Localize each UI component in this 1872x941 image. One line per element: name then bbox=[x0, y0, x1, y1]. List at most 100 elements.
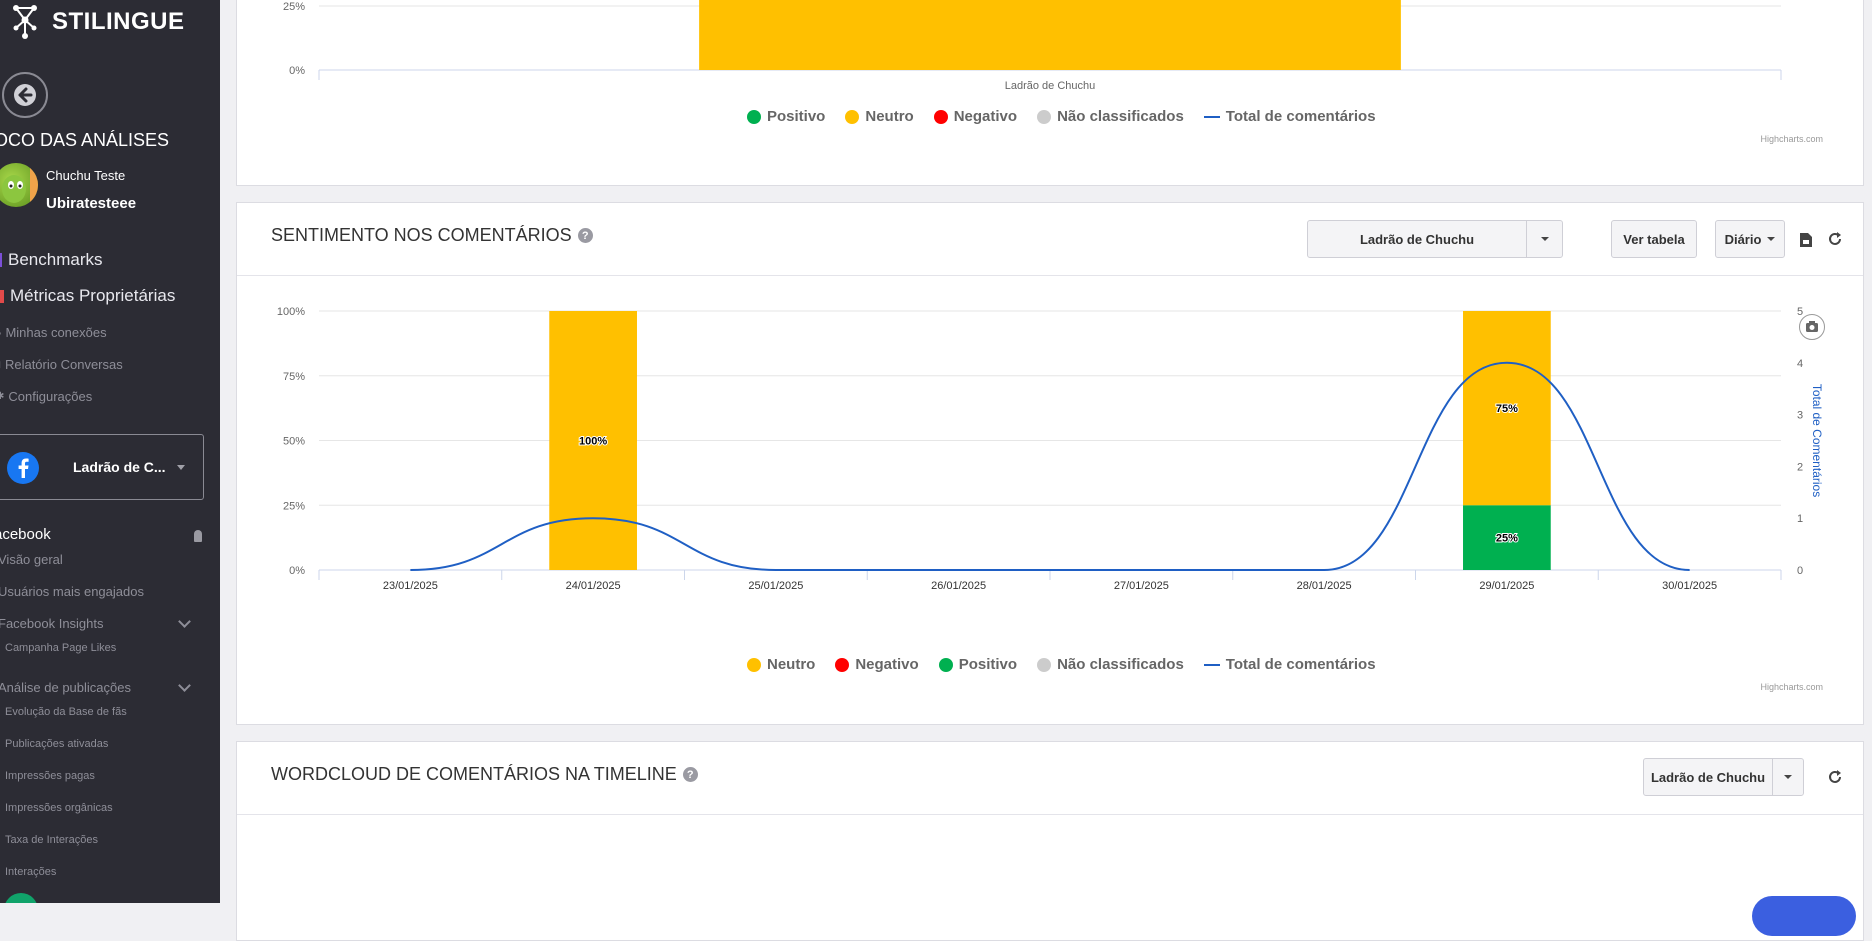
user-handle: Ubiratesteee bbox=[46, 195, 137, 212]
nav-label: Análise de publicações bbox=[0, 680, 131, 695]
y-tick-label: 50% bbox=[283, 436, 305, 448]
card-title-text: WORDCLOUD DE COMENTÁRIOS NA TIMELINE bbox=[271, 764, 677, 784]
legend-swatch bbox=[933, 109, 948, 124]
nav-publicacoes-ativadas[interactable]: Publicações ativadas bbox=[5, 738, 108, 750]
y2-tick-label: 5 bbox=[1797, 306, 1803, 318]
nav-interacoes[interactable]: Interações bbox=[5, 866, 56, 878]
legend-item[interactable]: Total de comentários bbox=[1203, 108, 1376, 125]
brand-logo[interactable]: STILINGUE bbox=[8, 2, 185, 42]
nav-taxa-interacoes[interactable]: Taxa de Interações bbox=[5, 834, 98, 846]
nav-campanha-page-likes[interactable]: Campanha Page Likes bbox=[5, 642, 116, 654]
sidebar-item-configuracoes[interactable]: ✱ Configurações bbox=[0, 389, 92, 404]
period-dropdown[interactable]: Diário bbox=[1715, 220, 1785, 258]
top-chart-legend: Positivo Neutro Negativo Não classificados T… bbox=[747, 108, 1376, 125]
legend-label: Negativo bbox=[953, 108, 1018, 125]
legend-item[interactable]: Neutro bbox=[747, 656, 815, 673]
y2-tick-label: 1 bbox=[1797, 513, 1803, 525]
nav-label: Facebook Insights bbox=[0, 616, 104, 631]
help-icon[interactable]: ? bbox=[577, 228, 593, 243]
data-label: 100% bbox=[579, 436, 607, 448]
legend-swatch bbox=[747, 657, 761, 672]
sentiment-chart-legend: Neutro Negativo Positivo Não classificados T… bbox=[747, 656, 1376, 673]
sidebar-item-conexoes[interactable]: ● Minhas conexões bbox=[0, 325, 107, 340]
legend-swatch bbox=[1203, 663, 1220, 666]
data-label: 25% bbox=[1496, 533, 1518, 545]
highcharts-credit[interactable]: Highcharts.com bbox=[1760, 134, 1823, 144]
floating-action-button[interactable] bbox=[1752, 896, 1856, 936]
y-tick-label: 75% bbox=[283, 371, 305, 383]
x-tick-label: 30/01/2025 bbox=[1662, 580, 1717, 592]
card-title-text: SENTIMENTO NOS COMENTÁRIOS bbox=[271, 225, 572, 245]
legend-item[interactable]: Não classificados bbox=[1037, 656, 1184, 673]
highcharts-credit[interactable]: Highcharts.com bbox=[1760, 682, 1823, 692]
sidebar-item-relatorio[interactable]: ▮ Relatório Conversas bbox=[0, 357, 123, 372]
caret-down-icon bbox=[1541, 237, 1549, 241]
legend-swatch bbox=[835, 657, 850, 672]
nav-impressoes-pagas[interactable]: Impressões pagas bbox=[5, 770, 95, 782]
account-selector[interactable]: Ladrão de C... bbox=[0, 434, 204, 500]
legend-item[interactable]: Positivo bbox=[938, 656, 1017, 673]
legend-label: Não classificados bbox=[1057, 108, 1184, 125]
caret-down-icon bbox=[1767, 237, 1776, 241]
sidebar-item-benchmarks[interactable]: Benchmarks bbox=[0, 250, 102, 270]
brand-name: STILINGUE bbox=[52, 8, 185, 35]
lock-icon[interactable] bbox=[194, 530, 202, 542]
avatar[interactable] bbox=[0, 163, 38, 207]
legend-label: Negativo bbox=[855, 656, 919, 673]
y2-tick-label: 2 bbox=[1797, 461, 1803, 473]
x-tick-label: 23/01/2025 bbox=[383, 580, 438, 592]
sidebar-item-label: Benchmarks bbox=[8, 250, 103, 269]
legend-item[interactable]: Positivo bbox=[747, 108, 825, 125]
y2-tick-label: 3 bbox=[1797, 410, 1803, 422]
account-name: Ladrão de C... bbox=[73, 459, 166, 475]
profile-select-label: Ladrão de Chuchu bbox=[1359, 231, 1475, 247]
nav-usuarios-engajados[interactable]: Usuários mais engajados bbox=[0, 584, 144, 599]
legend-item[interactable]: Negativo bbox=[835, 656, 919, 673]
legend-label: Neutro bbox=[865, 108, 914, 125]
chevron-down-icon bbox=[178, 615, 191, 628]
legend-swatch bbox=[1203, 115, 1220, 118]
x-tick-label: Ladrão de Chuchu bbox=[1005, 80, 1096, 92]
legend-label: Neutro bbox=[767, 656, 816, 673]
legend-label: Total de comentários bbox=[1225, 108, 1376, 125]
refresh-icon[interactable] bbox=[1827, 231, 1843, 247]
data-label: 75% bbox=[1496, 403, 1518, 415]
help-icon[interactable]: ? bbox=[682, 767, 698, 782]
wordcloud-profile-select[interactable]: Ladrão de Chuchu bbox=[1643, 758, 1804, 796]
export-file-icon[interactable] bbox=[1799, 232, 1813, 248]
sidebar: STILINGUE OCO DAS ANÁLISES Chuchu Teste … bbox=[0, 0, 220, 903]
sidebar-item-label: Relatório Conversas bbox=[4, 357, 123, 372]
chevron-down-icon bbox=[178, 679, 191, 692]
gear-icon: ✱ bbox=[0, 391, 5, 402]
benchmark-icon bbox=[0, 253, 2, 267]
nav-facebook-insights[interactable]: Facebook Insights bbox=[0, 615, 203, 631]
card-divider bbox=[237, 275, 1863, 276]
top-chart: 0% 25% Ladrão de Chuchu bbox=[283, 0, 1782, 92]
view-table-button[interactable]: Ver tabela bbox=[1611, 220, 1697, 258]
legend-swatch bbox=[1037, 109, 1052, 124]
profile-select[interactable]: Ladrão de Chuchu bbox=[1307, 220, 1563, 258]
caret-down-icon bbox=[177, 465, 185, 470]
facebook-icon bbox=[7, 452, 39, 484]
sentiment-chart: 0% 25% 50% 75% 100% 0 1 2 3 4 5 Total de Comentário… bbox=[277, 306, 1824, 592]
period-label: Diário bbox=[1724, 231, 1762, 247]
legend-item[interactable]: Neutro bbox=[845, 108, 914, 125]
nav-evolucao-fas[interactable]: Evolução da Base de fãs bbox=[5, 706, 127, 718]
y-tick-label: 100% bbox=[277, 306, 305, 318]
avatar-image bbox=[2, 167, 38, 207]
legend-item[interactable]: Não classificados bbox=[1037, 108, 1184, 125]
legend-item[interactable]: Negativo bbox=[933, 108, 1018, 125]
back-button[interactable] bbox=[2, 72, 48, 118]
nav-analise-publicacoes[interactable]: Análise de publicações bbox=[0, 679, 203, 695]
caret-down-icon bbox=[1784, 775, 1792, 779]
nav-impressoes-organicas[interactable]: Impressões orgânicas bbox=[5, 802, 113, 814]
y2-axis-label: Total de Comentários bbox=[1810, 384, 1824, 497]
section-title: OCO DAS ANÁLISES bbox=[0, 130, 170, 150]
status-dot-icon bbox=[4, 893, 38, 903]
wordcloud-card: WORDCLOUD DE COMENTÁRIOS NA TIMELINE ? L… bbox=[236, 741, 1864, 941]
top-chart-card: 0% 25% Ladrão de Chuchu Positivo Neutro Nega… bbox=[236, 0, 1864, 186]
refresh-icon[interactable] bbox=[1827, 769, 1843, 785]
sidebar-item-metricas[interactable]: Métricas Proprietárias bbox=[0, 286, 175, 306]
legend-item[interactable]: Total de comentários bbox=[1203, 656, 1376, 673]
nav-visao-geral[interactable]: Visão geral bbox=[0, 552, 63, 567]
